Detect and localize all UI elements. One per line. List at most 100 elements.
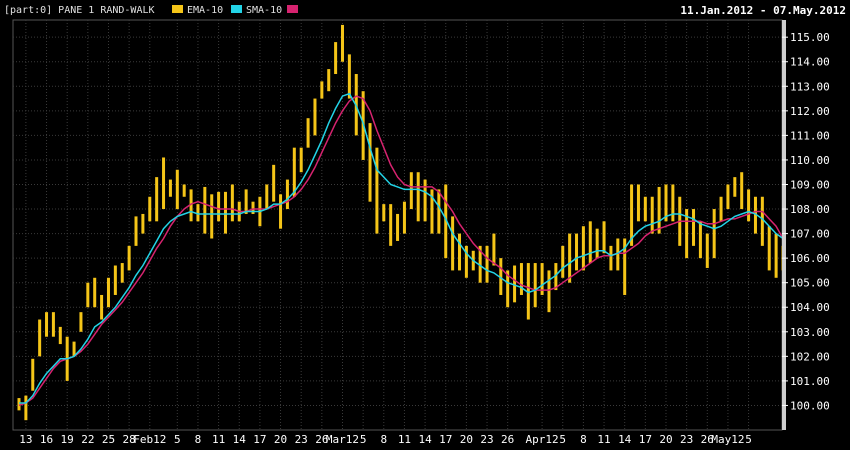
price-bar xyxy=(168,179,172,197)
price-bar xyxy=(272,164,276,202)
pane-label: [part:0] PANE 1 RAND-WALK xyxy=(4,5,155,16)
price-bar xyxy=(230,184,234,222)
price-bar xyxy=(568,233,572,283)
price-bar xyxy=(767,226,771,271)
x-tick-label: 20 xyxy=(274,433,287,446)
price-bar xyxy=(747,189,751,222)
price-bar xyxy=(698,221,702,259)
y-tick-label: 103.00 xyxy=(790,326,830,339)
price-bar xyxy=(513,265,517,303)
x-tick-label: 26 xyxy=(501,433,514,446)
price-bar xyxy=(313,98,317,136)
price-bar xyxy=(148,196,152,222)
x-tick-label: Feb12 xyxy=(133,433,166,446)
y-tick-label: 102.00 xyxy=(790,350,830,363)
price-bar xyxy=(155,177,159,222)
price-bar xyxy=(223,191,227,234)
price-bar xyxy=(485,245,489,283)
price-bar xyxy=(93,277,97,308)
price-bar xyxy=(575,233,579,271)
x-tick-label: 20 xyxy=(659,433,672,446)
y-tick-label: 104.00 xyxy=(790,301,830,314)
y-tick-label: 114.00 xyxy=(790,56,830,69)
price-bar xyxy=(588,221,592,264)
price-bar xyxy=(45,312,49,337)
x-tick-label: 5 xyxy=(559,433,566,446)
price-bar xyxy=(581,226,585,271)
price-bar xyxy=(17,398,21,411)
x-tick-label: Apr12 xyxy=(526,433,559,446)
legend-swatch-ema xyxy=(172,5,183,13)
price-bar xyxy=(265,184,269,210)
price-bar xyxy=(389,204,393,246)
x-tick-label: 19 xyxy=(61,433,74,446)
price-bar xyxy=(306,118,310,148)
x-tick-label: 16 xyxy=(40,433,53,446)
price-bar xyxy=(141,213,145,234)
x-tick-label: 11 xyxy=(398,433,411,446)
price-bar xyxy=(175,169,179,210)
x-tick-label: 25 xyxy=(102,433,115,446)
x-tick-label: 23 xyxy=(480,433,493,446)
x-tick-label: 17 xyxy=(253,433,266,446)
legend-swatch-sma xyxy=(231,5,242,13)
price-bar xyxy=(51,312,55,337)
price-bar xyxy=(120,263,124,283)
price-bar xyxy=(671,184,675,222)
x-tick-label: 11 xyxy=(597,433,610,446)
price-bar xyxy=(402,201,406,234)
price-bar xyxy=(547,270,551,313)
price-bar xyxy=(79,312,83,332)
x-tick-label: 8 xyxy=(195,433,202,446)
x-tick-label: 13 xyxy=(19,433,32,446)
price-bar xyxy=(416,172,420,222)
price-bar xyxy=(437,189,441,234)
price-bar xyxy=(740,172,744,210)
price-bar xyxy=(396,213,400,241)
price-bar xyxy=(382,204,386,222)
price-bar xyxy=(692,209,696,246)
x-tick-label: 20 xyxy=(460,433,473,446)
price-bar xyxy=(595,228,599,259)
price-bar xyxy=(636,184,640,222)
price-bar xyxy=(334,42,338,75)
x-tick-label: 14 xyxy=(418,433,432,446)
x-tick-label: 22 xyxy=(81,433,94,446)
x-tick-label: 8 xyxy=(580,433,587,446)
price-bar xyxy=(134,216,138,246)
price-bar xyxy=(31,358,35,391)
y-axis-strip xyxy=(782,20,786,430)
legend-swatch-third xyxy=(287,5,298,13)
y-tick-label: 112.00 xyxy=(790,105,830,118)
x-tick-label: 14 xyxy=(233,433,247,446)
price-bar xyxy=(774,233,778,278)
price-bar xyxy=(451,216,455,271)
price-bar xyxy=(609,245,613,271)
y-tick-label: 111.00 xyxy=(790,129,830,142)
price-bar xyxy=(375,147,379,234)
price-bar xyxy=(320,81,324,99)
x-axis: 13 16 19 22 25 28Feb12 5 8 11 14 17 20 23 26Mar12 5 8 11… xyxy=(19,433,752,446)
x-tick-label: 11 xyxy=(212,433,225,446)
legend-label-sma: SMA-10 xyxy=(246,5,282,16)
price-bar xyxy=(113,265,117,295)
x-tick-label: Mar12 xyxy=(326,433,359,446)
price-bar xyxy=(58,326,62,345)
x-tick-label: 17 xyxy=(439,433,452,446)
y-tick-label: 108.00 xyxy=(790,203,830,216)
y-tick-label: 101.00 xyxy=(790,375,830,388)
y-tick-label: 107.00 xyxy=(790,228,830,241)
price-bar xyxy=(299,147,303,173)
y-tick-label: 115.00 xyxy=(790,31,830,44)
price-bar xyxy=(650,196,654,234)
x-tick-label: 5 xyxy=(360,433,367,446)
price-bar xyxy=(38,319,42,357)
price-bar xyxy=(203,186,207,234)
price-bar xyxy=(327,69,331,92)
price-bar xyxy=(705,233,709,268)
price-bar xyxy=(602,221,606,254)
price-bar xyxy=(423,179,427,222)
price-bar xyxy=(106,277,110,308)
price-bar xyxy=(533,263,537,308)
x-tick-label: 23 xyxy=(295,433,308,446)
